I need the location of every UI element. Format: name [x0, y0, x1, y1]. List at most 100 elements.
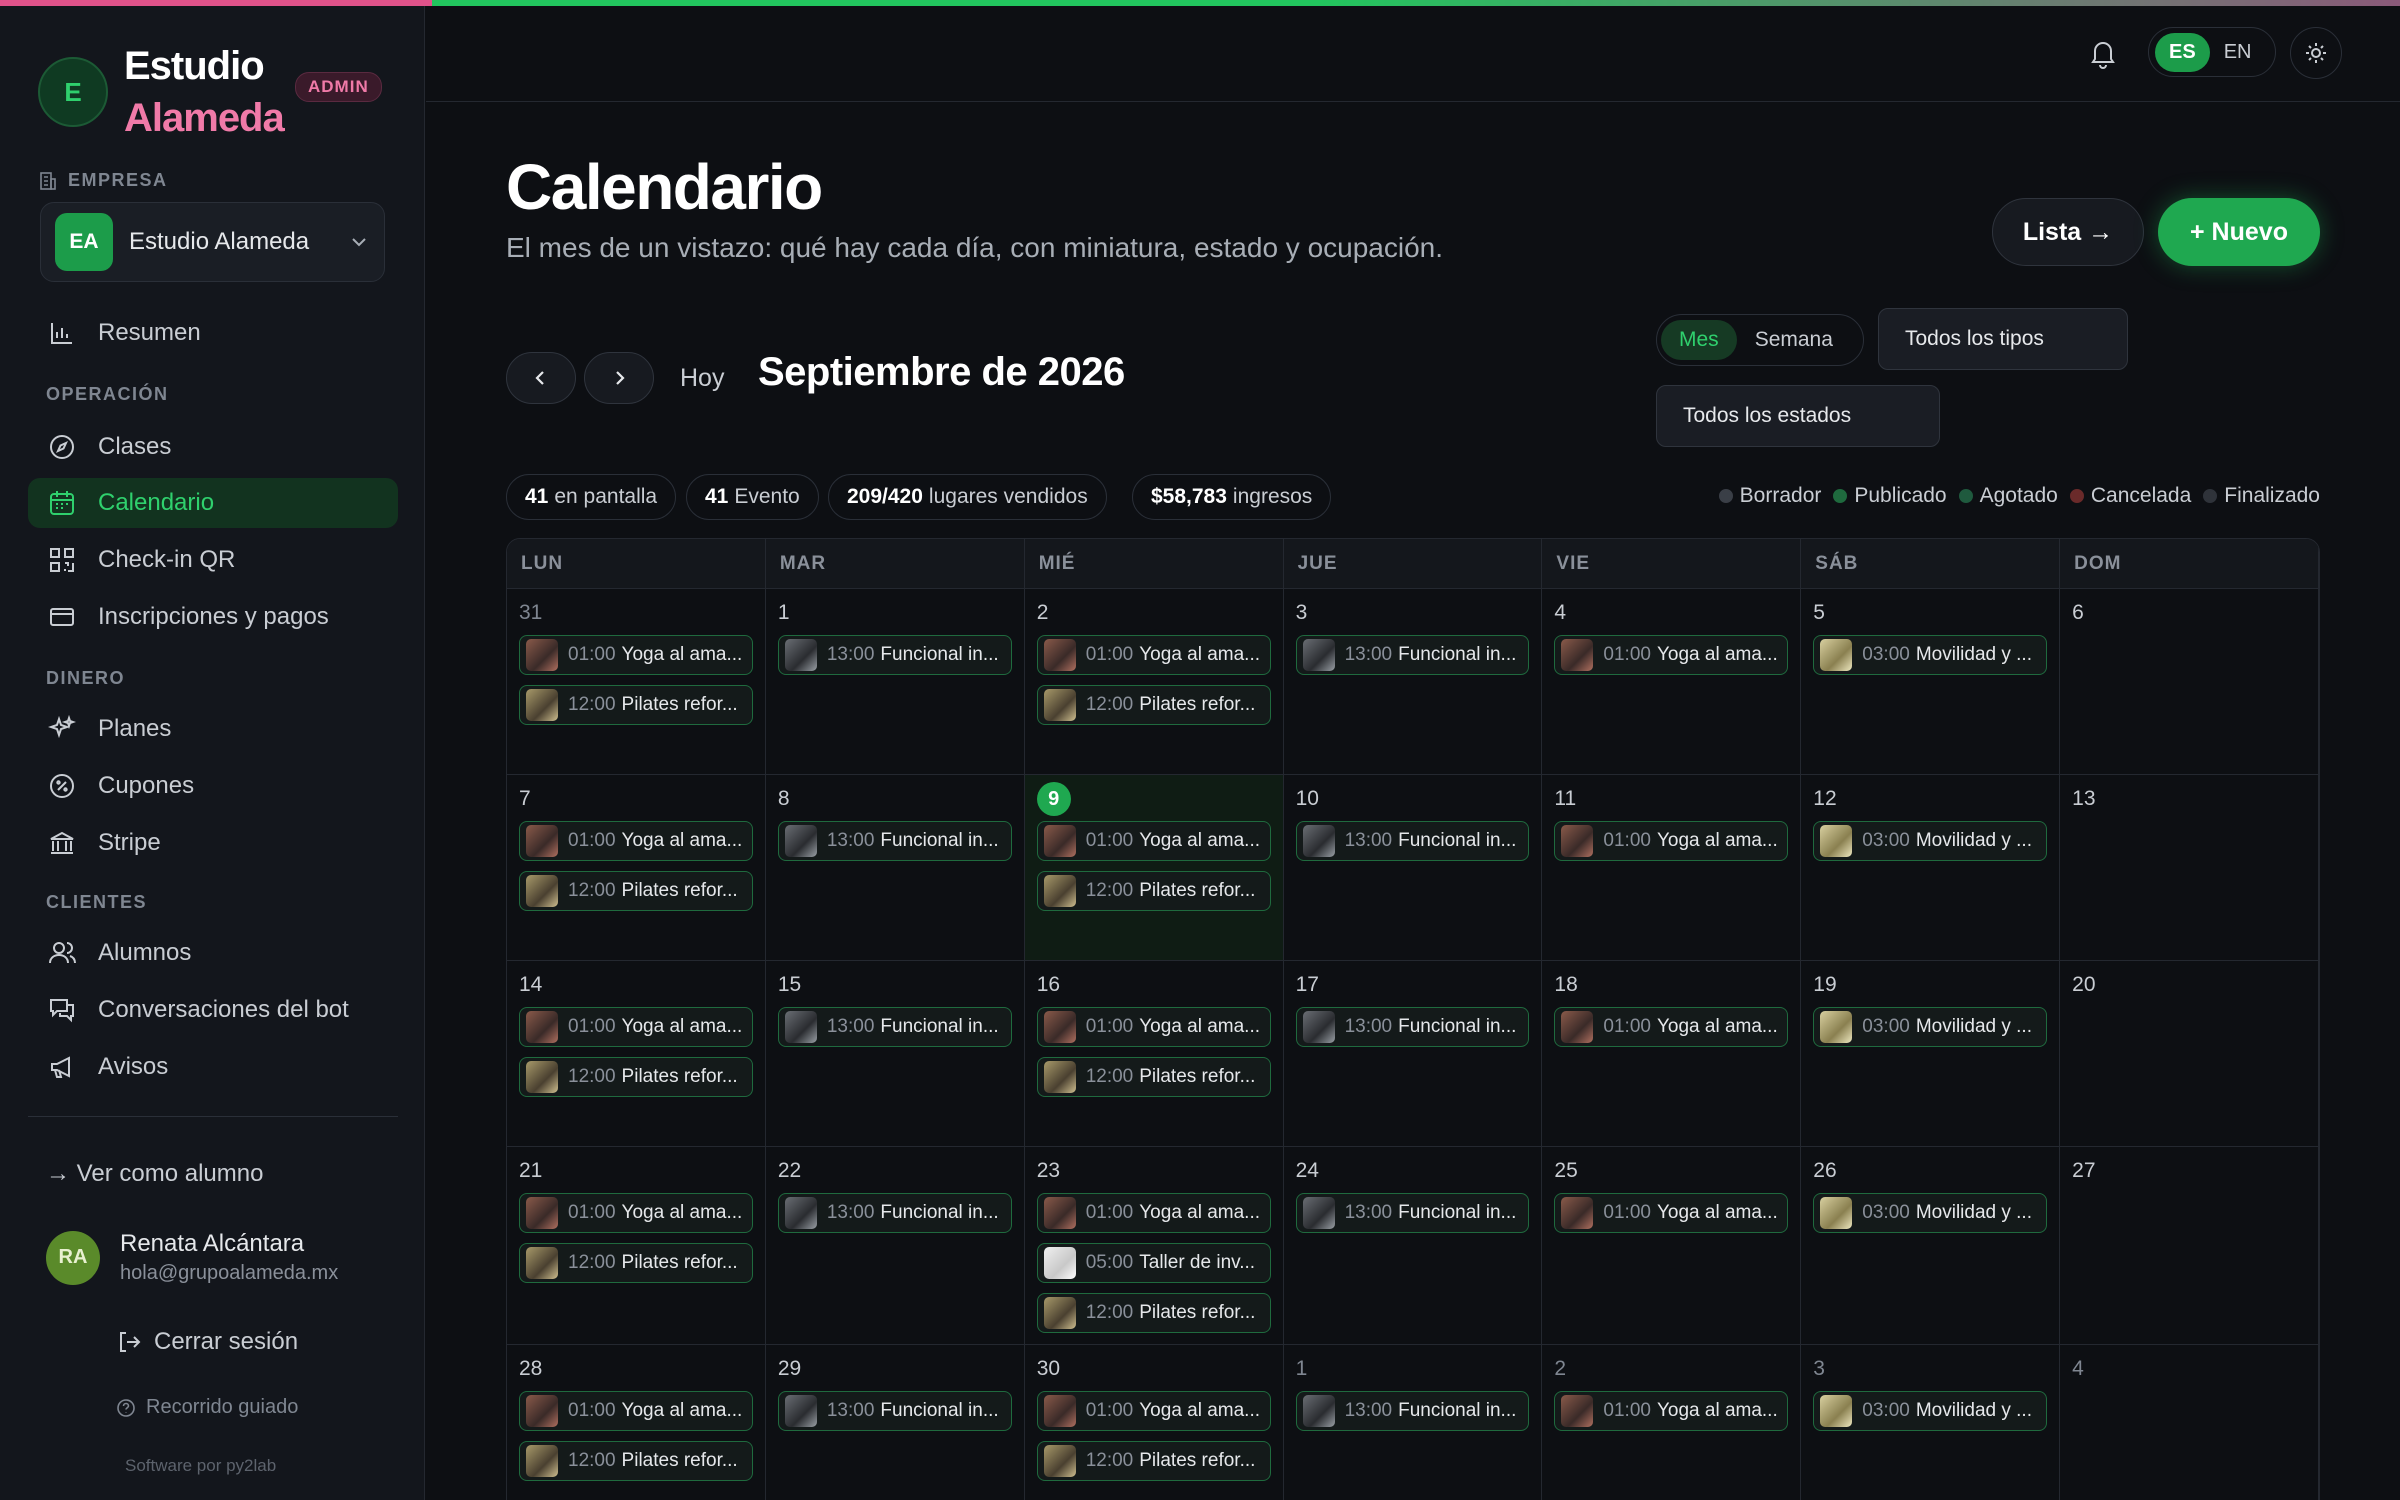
calendar-day-cell[interactable]: 23 01:00 Yoga al ama... 05:00 Taller de inv.…: [1024, 1147, 1284, 1345]
calendar-day-cell[interactable]: 12 03:00 Movilidad y ...: [1801, 775, 2061, 961]
sidebar-item-resumen[interactable]: Resumen: [28, 308, 398, 358]
calendar-event[interactable]: 01:00 Yoga al ama...: [1036, 1391, 1271, 1431]
status-filter-select[interactable]: Todos los estados: [1656, 385, 1940, 447]
calendar-event[interactable]: 13:00 Funcional in...: [777, 1193, 1012, 1233]
calendar-day-cell[interactable]: 3 03:00 Movilidad y ...: [1801, 1345, 2061, 1500]
calendar-day-cell[interactable]: 25 01:00 Yoga al ama...: [1542, 1147, 1802, 1345]
view-week-button[interactable]: Semana: [1737, 320, 1851, 360]
sidebar-item-calendario[interactable]: Calendario: [28, 478, 398, 528]
sidebar-item-stripe[interactable]: Stripe: [28, 818, 398, 868]
calendar-day-cell[interactable]: 20: [2060, 961, 2319, 1147]
calendar-event[interactable]: 03:00 Movilidad y ...: [1813, 1391, 2048, 1431]
calendar-event[interactable]: 12:00 Pilates refor...: [519, 871, 753, 911]
calendar-event[interactable]: 03:00 Movilidad y ...: [1813, 1193, 2048, 1233]
calendar-day-cell[interactable]: 27: [2060, 1147, 2319, 1345]
calendar-event[interactable]: 13:00 Funcional in...: [777, 1391, 1012, 1431]
sidebar-item-inscripciones[interactable]: Inscripciones y pagos: [28, 592, 398, 642]
calendar-event[interactable]: 12:00 Pilates refor...: [519, 1441, 753, 1481]
calendar-event[interactable]: 12:00 Pilates refor...: [1036, 871, 1271, 911]
calendar-event[interactable]: 01:00 Yoga al ama...: [519, 1391, 753, 1431]
brand-logo[interactable]: E Estudio Alameda: [38, 40, 285, 144]
sidebar-item-avisos[interactable]: Avisos: [28, 1042, 398, 1092]
list-view-button[interactable]: Lista →: [1992, 198, 2144, 266]
calendar-day-cell[interactable]: 26 03:00 Movilidad y ...: [1801, 1147, 2061, 1345]
calendar-event[interactable]: 01:00 Yoga al ama...: [519, 821, 753, 861]
company-selector[interactable]: EA Estudio Alameda: [40, 202, 385, 282]
calendar-day-cell[interactable]: 29 13:00 Funcional in...: [766, 1345, 1025, 1500]
calendar-day-cell[interactable]: 31 01:00 Yoga al ama... 12:00 Pilates refor.…: [507, 589, 766, 775]
guided-tour-link[interactable]: Recorrido guiado: [116, 1396, 298, 1419]
calendar-day-cell[interactable]: 14 01:00 Yoga al ama... 12:00 Pilates refor.…: [507, 961, 766, 1147]
calendar-event[interactable]: 05:00 Taller de inv...: [1036, 1243, 1271, 1283]
user-profile[interactable]: RA Renata Alcántara hola@grupoalameda.mx: [46, 1230, 338, 1285]
calendar-day-cell[interactable]: 18 01:00 Yoga al ama...: [1542, 961, 1802, 1147]
calendar-event[interactable]: 13:00 Funcional in...: [777, 1007, 1012, 1047]
prev-month-button[interactable]: [506, 352, 576, 404]
calendar-event[interactable]: 13:00 Funcional in...: [1295, 1193, 1530, 1233]
today-button[interactable]: Hoy: [680, 364, 724, 393]
calendar-day-cell[interactable]: 1 13:00 Funcional in...: [765, 589, 1025, 775]
calendar-event[interactable]: 13:00 Funcional in...: [777, 635, 1012, 675]
calendar-day-cell[interactable]: 2 01:00 Yoga al ama... 12:00 Pilates refor..…: [1024, 589, 1284, 775]
lang-es-button[interactable]: ES: [2155, 32, 2210, 72]
calendar-event[interactable]: 12:00 Pilates refor...: [1036, 1441, 1271, 1481]
calendar-event[interactable]: 12:00 Pilates refor...: [519, 685, 753, 725]
calendar-event[interactable]: 13:00 Funcional in...: [777, 821, 1012, 861]
calendar-event[interactable]: 01:00 Yoga al ama...: [1036, 1007, 1271, 1047]
theme-toggle[interactable]: [2290, 27, 2342, 79]
calendar-event[interactable]: 12:00 Pilates refor...: [1036, 1293, 1271, 1333]
calendar-event[interactable]: 13:00 Funcional in...: [1295, 635, 1530, 675]
calendar-event[interactable]: 01:00 Yoga al ama...: [519, 1007, 753, 1047]
calendar-day-cell[interactable]: 13: [2060, 775, 2319, 961]
sidebar-item-planes[interactable]: Planes: [28, 704, 398, 754]
calendar-day-cell[interactable]: 9 01:00 Yoga al ama... 12:00 Pilates refor..…: [1024, 775, 1284, 961]
calendar-day-cell[interactable]: 24 13:00 Funcional in...: [1283, 1147, 1543, 1345]
logout-button[interactable]: Cerrar sesión: [116, 1328, 298, 1356]
calendar-event[interactable]: 12:00 Pilates refor...: [519, 1057, 753, 1097]
calendar-day-cell[interactable]: 4 01:00 Yoga al ama...: [1542, 589, 1802, 775]
calendar-day-cell[interactable]: 19 03:00 Movilidad y ...: [1801, 961, 2061, 1147]
calendar-event[interactable]: 13:00 Funcional in...: [1295, 821, 1530, 861]
calendar-day-cell[interactable]: 7 01:00 Yoga al ama... 12:00 Pilates refor..…: [507, 775, 766, 961]
calendar-event[interactable]: 01:00 Yoga al ama...: [1036, 821, 1271, 861]
calendar-event[interactable]: 13:00 Funcional in...: [1295, 1007, 1530, 1047]
calendar-event[interactable]: 12:00 Pilates refor...: [1036, 1057, 1271, 1097]
calendar-day-cell[interactable]: 11 01:00 Yoga al ama...: [1542, 775, 1802, 961]
calendar-day-cell[interactable]: 16 01:00 Yoga al ama... 12:00 Pilates refor.…: [1024, 961, 1284, 1147]
calendar-day-cell[interactable]: 10 13:00 Funcional in...: [1283, 775, 1543, 961]
sidebar-item-alumnos[interactable]: Alumnos: [28, 928, 398, 978]
calendar-day-cell[interactable]: 21 01:00 Yoga al ama... 12:00 Pilates refor.…: [507, 1147, 766, 1345]
calendar-event[interactable]: 03:00 Movilidad y ...: [1813, 635, 2048, 675]
calendar-event[interactable]: 13:00 Funcional in...: [1295, 1391, 1530, 1431]
calendar-event[interactable]: 12:00 Pilates refor...: [519, 1243, 753, 1283]
view-month-button[interactable]: Mes: [1661, 320, 1737, 360]
sidebar-item-checkin[interactable]: Check-in QR: [28, 535, 398, 585]
lang-en-button[interactable]: EN: [2210, 33, 2266, 72]
view-as-student-link[interactable]: → Ver como alumno: [46, 1160, 263, 1188]
calendar-day-cell[interactable]: 1 13:00 Funcional in...: [1284, 1345, 1543, 1500]
calendar-day-cell[interactable]: 17 13:00 Funcional in...: [1283, 961, 1543, 1147]
calendar-event[interactable]: 01:00 Yoga al ama...: [1036, 1193, 1271, 1233]
calendar-event[interactable]: 01:00 Yoga al ama...: [519, 1193, 753, 1233]
sidebar-item-conversaciones[interactable]: Conversaciones del bot: [28, 985, 398, 1035]
calendar-event[interactable]: 03:00 Movilidad y ...: [1813, 1007, 2048, 1047]
calendar-event[interactable]: 01:00 Yoga al ama...: [1554, 1391, 1789, 1431]
calendar-event[interactable]: 01:00 Yoga al ama...: [1554, 635, 1789, 675]
calendar-event[interactable]: 03:00 Movilidad y ...: [1813, 821, 2048, 861]
calendar-event[interactable]: 01:00 Yoga al ama...: [1554, 1007, 1789, 1047]
next-month-button[interactable]: [584, 352, 654, 404]
calendar-event[interactable]: 01:00 Yoga al ama...: [519, 635, 753, 675]
calendar-event[interactable]: 01:00 Yoga al ama...: [1036, 635, 1271, 675]
calendar-day-cell[interactable]: 8 13:00 Funcional in...: [765, 775, 1025, 961]
calendar-day-cell[interactable]: 30 01:00 Yoga al ama... 12:00 Pilates refor.…: [1025, 1345, 1284, 1500]
sidebar-item-clases[interactable]: Clases: [28, 422, 398, 472]
sidebar-item-cupones[interactable]: Cupones: [28, 761, 398, 811]
new-event-button[interactable]: + Nuevo: [2158, 198, 2320, 266]
calendar-day-cell[interactable]: 22 13:00 Funcional in...: [765, 1147, 1025, 1345]
calendar-day-cell[interactable]: 4: [2060, 1345, 2319, 1500]
calendar-day-cell[interactable]: 5 03:00 Movilidad y ...: [1801, 589, 2061, 775]
calendar-day-cell[interactable]: 2 01:00 Yoga al ama...: [1542, 1345, 1802, 1500]
calendar-event[interactable]: 01:00 Yoga al ama...: [1554, 1193, 1789, 1233]
calendar-day-cell[interactable]: 28 01:00 Yoga al ama... 12:00 Pilates refor.…: [507, 1345, 766, 1500]
type-filter-select[interactable]: Todos los tipos: [1878, 308, 2128, 370]
